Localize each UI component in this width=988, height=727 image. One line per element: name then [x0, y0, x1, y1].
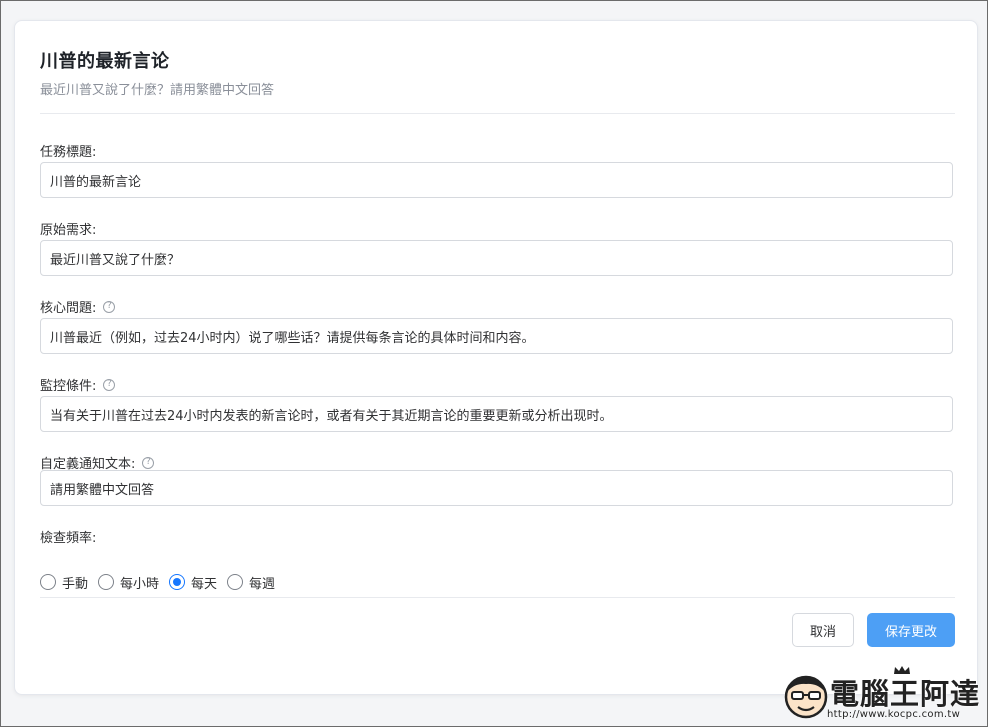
monitor-condition-input[interactable]	[40, 396, 953, 432]
save-changes-button[interactable]: 保存更改	[867, 613, 955, 647]
check-frequency-radio-group: 手動 每小時 每天 每週	[40, 573, 285, 592]
watermark-brand: 電腦王阿達	[830, 677, 981, 711]
radio-option-manual[interactable]: 手動	[40, 573, 88, 592]
card-title: 川普的最新言论	[40, 51, 170, 72]
mascot-face-icon	[784, 675, 828, 719]
footer-divider	[40, 597, 955, 598]
card-subtitle: 最近川普又說了什麼？請用繁體中文回答	[40, 83, 275, 98]
radio-circle[interactable]	[98, 574, 115, 590]
original-request-input[interactable]	[40, 240, 953, 276]
custom-notification-input[interactable]	[40, 470, 953, 506]
radio-label: 手動	[62, 576, 89, 592]
task-title-label-text: 任務標題:	[40, 145, 97, 160]
radio-circle[interactable]	[40, 574, 56, 590]
radio-circle[interactable]	[227, 574, 244, 590]
radio-circle-selected[interactable]	[169, 574, 186, 590]
task-title-input[interactable]	[40, 162, 953, 198]
monitor-condition-label-text: 監控條件:	[40, 379, 97, 394]
radio-option-daily[interactable]: 每天	[169, 573, 217, 592]
monitor-condition-label: 監控條件: ?	[40, 375, 116, 394]
question-mark-icon[interactable]: ?	[103, 378, 116, 391]
radio-option-hourly[interactable]: 每小時	[98, 573, 159, 592]
check-frequency-label: 檢查頻率:	[40, 527, 96, 546]
original-request-label-text: 原始需求:	[40, 223, 97, 238]
radio-label: 每週	[249, 576, 276, 592]
radio-label: 每天	[191, 576, 218, 592]
core-question-label-text: 核心問題:	[40, 301, 97, 316]
check-frequency-label-text: 檢查頻率:	[40, 531, 97, 546]
task-title-label: 任務標題:	[40, 141, 96, 160]
watermark-logo: 電腦王阿達 http://www.kocpc.com.tw	[783, 665, 983, 723]
header-divider	[40, 113, 955, 114]
core-question-label: 核心問題: ?	[40, 297, 116, 316]
cancel-button[interactable]: 取消	[792, 613, 854, 647]
watermark-url: http://www.kocpc.com.tw	[827, 709, 961, 720]
question-mark-icon[interactable]: ?	[103, 300, 116, 313]
original-request-label: 原始需求:	[40, 219, 96, 238]
core-question-input[interactable]	[40, 318, 953, 354]
window-frame: 川普的最新言论 最近川普又說了什麼？請用繁體中文回答 任務標題: 原始需求: 核…	[0, 0, 988, 727]
radio-option-weekly[interactable]: 每週	[227, 573, 275, 592]
task-edit-card: 川普的最新言论 最近川普又說了什麼？請用繁體中文回答 任務標題: 原始需求: 核…	[14, 20, 978, 695]
question-mark-icon[interactable]: ?	[142, 456, 155, 469]
radio-label: 每小時	[120, 576, 160, 592]
